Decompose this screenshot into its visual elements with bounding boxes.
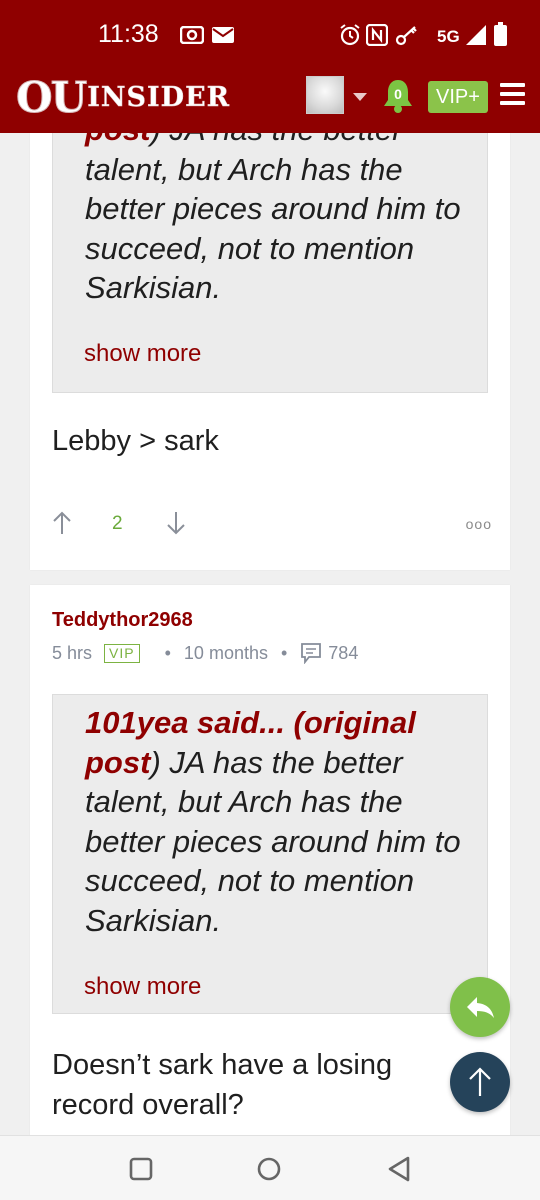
vote-bar: 2 ooo <box>52 510 492 540</box>
author-name[interactable]: Teddythor2968 <box>52 609 193 632</box>
site-header: OU INSIDER 0 VIP+ <box>0 66 540 133</box>
battery-icon <box>494 22 507 46</box>
quoted-post: 101yea said... (original post) JA has th… <box>52 694 488 1014</box>
arrow-up-icon <box>469 1067 491 1096</box>
network-type: 5G <box>437 27 460 46</box>
nfc-icon <box>366 24 388 46</box>
post-count: 784 <box>328 642 359 663</box>
status-bar: 11:38 5G <box>0 0 540 66</box>
show-more-link[interactable]: show more <box>84 340 201 368</box>
status-time: 11:38 <box>98 20 159 48</box>
signal-icon <box>466 25 486 45</box>
upvote-icon[interactable] <box>52 510 72 536</box>
alarm-icon <box>340 24 360 46</box>
post-body: Doesn’t sark have a losing record overal… <box>52 1049 393 1121</box>
show-more-link[interactable]: show more <box>84 973 201 1001</box>
camera-icon <box>180 26 204 44</box>
quote-text: post) JA has the better talent, but Arch… <box>85 133 461 305</box>
top-bar: 11:38 5G OU INSIDER 0 VIP+ <box>0 0 540 133</box>
back-icon[interactable] <box>386 1155 412 1183</box>
recent-apps-icon[interactable] <box>128 1156 154 1182</box>
notification-count: 0 <box>394 86 402 102</box>
vip-badge: VIP <box>104 643 140 663</box>
comment-icon <box>301 643 322 664</box>
quoted-post: post) JA has the better talent, but Arch… <box>52 133 488 393</box>
downvote-icon[interactable] <box>166 510 186 536</box>
key-icon <box>395 26 417 46</box>
more-options-icon[interactable]: ooo <box>466 516 492 532</box>
ou-insider-logo[interactable]: OU INSIDER <box>15 72 230 122</box>
scroll-to-top-button[interactable] <box>450 1052 510 1112</box>
chevron-down-icon[interactable] <box>353 93 367 101</box>
vote-count: 2 <box>112 513 123 534</box>
mail-icon <box>212 27 234 43</box>
system-nav-bar <box>0 1135 540 1200</box>
hamburger-menu-icon[interactable] <box>500 83 525 105</box>
post-card: post) JA has the better talent, but Arch… <box>30 133 510 570</box>
reply-button[interactable] <box>450 977 510 1037</box>
post-time: 5 hrs <box>52 642 93 663</box>
quote-text: 101yea said... (original post) JA has th… <box>85 705 461 938</box>
vip-plus-button[interactable]: VIP+ <box>428 81 488 113</box>
post-meta: 5 hrs VIP • 10 months • 784 <box>52 642 359 664</box>
avatar[interactable] <box>306 76 344 114</box>
post-card: Teddythor2968 5 hrs VIP • 10 months • 78… <box>30 585 510 1145</box>
home-icon[interactable] <box>256 1156 282 1182</box>
post-body: Lebby > sark <box>52 425 219 457</box>
bell-icon[interactable]: 0 <box>381 78 415 114</box>
reply-icon <box>467 997 494 1018</box>
member-since: 10 months <box>183 642 268 663</box>
